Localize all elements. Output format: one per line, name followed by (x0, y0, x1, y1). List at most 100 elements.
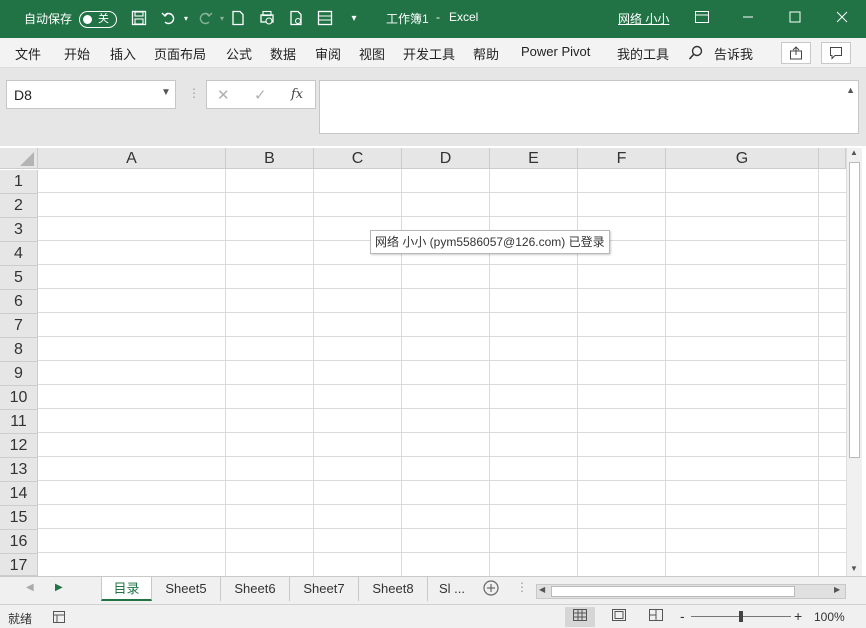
menu-home[interactable]: 开始 (64, 44, 90, 63)
formula-bar-area: D8 ▼ ⋮ ✕ ✓ fx ▲ (0, 68, 866, 146)
row-header[interactable]: 16 (0, 530, 38, 554)
print-preview-icon[interactable] (258, 10, 276, 28)
page-break-view-icon[interactable] (641, 607, 671, 627)
vertical-scroll-thumb[interactable] (849, 162, 860, 458)
lightbulb-search-icon[interactable] (688, 45, 704, 64)
row-header[interactable]: 17 (0, 554, 38, 576)
sheet-tab[interactable]: Sheet5 (152, 577, 221, 601)
column-header-f[interactable]: F (578, 148, 666, 169)
comments-button[interactable] (821, 42, 851, 64)
menu-my-tools[interactable]: 我的工具 (617, 44, 669, 63)
redo-icon[interactable] (196, 10, 214, 28)
scroll-left-icon[interactable]: ◀ (539, 585, 545, 594)
status-bar: 就绪 - + 100% (0, 604, 866, 628)
undo-dropdown-icon[interactable]: ▾ (177, 10, 195, 28)
menu-developer[interactable]: 开发工具 (403, 44, 455, 63)
add-sheet-icon[interactable] (482, 579, 500, 600)
sheet-tab[interactable]: Sheet8 (359, 577, 428, 601)
row-header[interactable]: 5 (0, 266, 38, 290)
cancel-icon[interactable]: ✕ (217, 86, 230, 104)
ribbon-tabs: 文件 开始 插入 页面布局 公式 数据 审阅 视图 开发工具 帮助 Power … (0, 38, 866, 68)
form-icon[interactable] (316, 10, 334, 28)
menu-data[interactable]: 数据 (270, 44, 296, 63)
row-header[interactable]: 7 (0, 314, 38, 338)
menu-file[interactable]: 文件 (15, 44, 41, 63)
enter-icon[interactable]: ✓ (254, 86, 267, 104)
row-header[interactable]: 12 (0, 434, 38, 458)
row-header[interactable]: 1 (0, 170, 38, 194)
column-header-g[interactable]: G (666, 148, 819, 169)
new-file-icon[interactable] (229, 10, 247, 28)
maximize-icon[interactable] (785, 8, 805, 28)
column-header-b[interactable]: B (226, 148, 314, 169)
open-file-icon[interactable] (287, 10, 305, 28)
worksheet-grid[interactable] (0, 146, 866, 576)
vertical-scrollbar[interactable]: ▲ ▼ (846, 148, 862, 578)
menu-page-layout[interactable]: 页面布局 (154, 44, 206, 63)
row-header[interactable]: 14 (0, 482, 38, 506)
tab-split-handle-icon[interactable]: ⋮ (516, 580, 528, 594)
normal-view-icon[interactable] (565, 607, 595, 627)
row-header[interactable]: 11 (0, 410, 38, 434)
minimize-icon[interactable] (738, 8, 758, 28)
column-header-d[interactable]: D (402, 148, 490, 169)
app-name: Excel (449, 10, 479, 24)
formula-expand-icon[interactable]: ▲ (846, 85, 855, 95)
zoom-level[interactable]: 100% (814, 610, 845, 624)
autosave-toggle[interactable]: 关 (79, 11, 117, 28)
scroll-up-icon[interactable]: ▲ (850, 148, 858, 157)
sheet-tab-active[interactable]: 目录 (101, 577, 152, 601)
menu-formulas[interactable]: 公式 (226, 44, 252, 63)
close-icon[interactable] (832, 8, 852, 28)
insert-function-icon[interactable]: fx (291, 87, 303, 102)
share-button[interactable] (781, 42, 811, 64)
sheet-tab[interactable]: Sheet7 (290, 577, 359, 601)
menu-insert[interactable]: 插入 (110, 44, 136, 63)
sheet-tab[interactable]: Sheet6 (221, 577, 290, 601)
save-icon[interactable] (130, 10, 148, 28)
menu-view[interactable]: 视图 (359, 44, 385, 63)
customize-qat-icon[interactable]: ▾ (345, 10, 363, 28)
row-header[interactable]: 9 (0, 362, 38, 386)
row-header[interactable]: 13 (0, 458, 38, 482)
page-layout-view-icon[interactable] (604, 607, 634, 627)
horizontal-scrollbar[interactable]: ◀ ▶ (536, 584, 846, 599)
zoom-slider-thumb[interactable] (739, 611, 743, 622)
formula-input[interactable]: ▲ (319, 80, 859, 134)
row-header[interactable]: 10 (0, 386, 38, 410)
column-header-a[interactable]: A (38, 148, 226, 169)
scroll-down-icon[interactable]: ▼ (850, 564, 858, 573)
macro-record-icon[interactable] (52, 610, 66, 627)
menu-review[interactable]: 审阅 (315, 44, 341, 63)
tab-scroll-right-icon[interactable]: ▶ (55, 582, 63, 593)
column-header-c[interactable]: C (314, 148, 402, 169)
scroll-right-icon[interactable]: ▶ (834, 585, 840, 594)
name-box[interactable]: D8 ▼ (6, 80, 176, 109)
name-box-value: D8 (14, 87, 32, 103)
autosave-label: 自动保存 (24, 12, 73, 26)
row-header[interactable]: 8 (0, 338, 38, 362)
horizontal-scroll-thumb[interactable] (551, 586, 795, 597)
tab-scroll-left-icon[interactable]: ◀ (26, 582, 34, 593)
undo-icon[interactable] (160, 10, 178, 28)
menu-power-pivot[interactable]: Power Pivot (521, 44, 590, 59)
row-header[interactable]: 15 (0, 506, 38, 530)
menu-help[interactable]: 帮助 (473, 44, 499, 63)
row-header[interactable]: 2 (0, 194, 38, 218)
zoom-out-icon[interactable]: - (680, 608, 685, 624)
name-box-dropdown-icon[interactable]: ▼ (161, 87, 171, 98)
ribbon-display-icon[interactable] (692, 8, 712, 28)
zoom-in-icon[interactable]: + (794, 608, 802, 624)
sheet-tab-more[interactable]: Sl ... (428, 577, 476, 601)
row-header[interactable]: 3 (0, 218, 38, 242)
tell-me-search[interactable]: 告诉我 (714, 44, 753, 63)
user-name[interactable]: 网络 小小 (618, 10, 669, 27)
row-header[interactable]: 4 (0, 242, 38, 266)
drag-handle-icon[interactable]: ⋮ (188, 86, 200, 100)
formula-buttons: ✕ ✓ fx (206, 80, 316, 109)
row-header[interactable]: 6 (0, 290, 38, 314)
column-header-next[interactable] (819, 148, 846, 169)
select-all-button[interactable] (0, 148, 38, 169)
column-header-e[interactable]: E (490, 148, 578, 169)
signed-in-tooltip: 网络 小小 (pym5586057@126.com) 已登录 (370, 230, 610, 254)
